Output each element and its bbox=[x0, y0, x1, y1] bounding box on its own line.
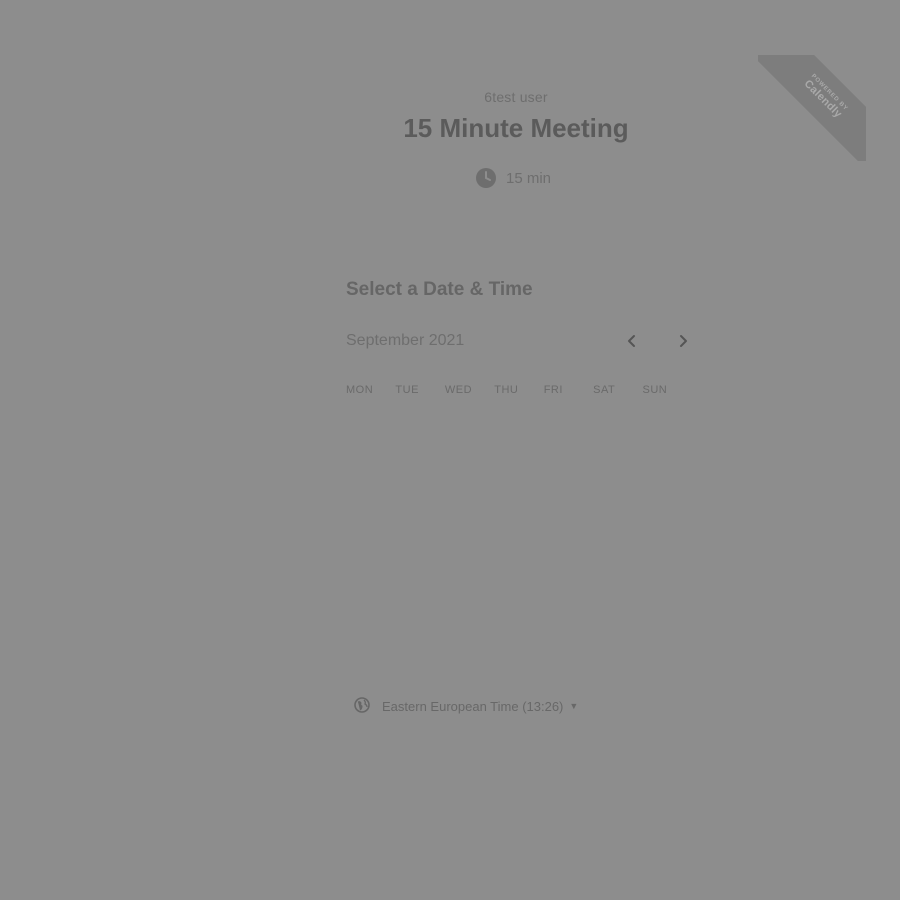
weekday-sun: SUN bbox=[642, 384, 668, 396]
timezone-selector[interactable]: Eastern European Time (13:26) ▼ bbox=[354, 696, 579, 716]
duration-label: 15 min bbox=[506, 169, 552, 187]
weekday-fri: FRI bbox=[543, 384, 563, 396]
host-name: 6test user bbox=[484, 89, 548, 105]
ribbon-band: POWERED BY Calendly bbox=[758, 55, 866, 161]
event-duration: 15 min bbox=[476, 167, 551, 189]
globe-icon bbox=[354, 696, 370, 716]
month-navigation: September 2021 bbox=[346, 332, 692, 354]
month-label: September 2021 bbox=[346, 332, 465, 349]
event-title: 15 Minute Meeting bbox=[403, 113, 629, 143]
weekday-tue: TUE bbox=[395, 384, 419, 396]
clock-icon bbox=[476, 168, 496, 188]
powered-by-ribbon[interactable]: POWERED BY Calendly bbox=[758, 55, 866, 161]
weekday-header: MON TUE WED THU FRI SAT SUN bbox=[346, 384, 692, 400]
chevron-right-icon bbox=[677, 334, 689, 353]
previous-month-button[interactable] bbox=[621, 332, 643, 354]
chevron-left-icon bbox=[626, 334, 638, 353]
timezone-label: Eastern European Time (13:26) bbox=[382, 698, 564, 714]
weekday-thu: THU bbox=[494, 384, 519, 396]
caret-down-icon: ▼ bbox=[569, 701, 579, 711]
weekday-mon: MON bbox=[346, 384, 374, 396]
booking-page: 6test user 15 Minute Meeting 15 min Sele… bbox=[0, 0, 900, 900]
next-month-button[interactable] bbox=[672, 332, 694, 354]
weekday-wed: WED bbox=[444, 384, 473, 396]
weekday-sat: SAT bbox=[593, 384, 616, 396]
section-title: Select a Date & Time bbox=[346, 279, 533, 300]
